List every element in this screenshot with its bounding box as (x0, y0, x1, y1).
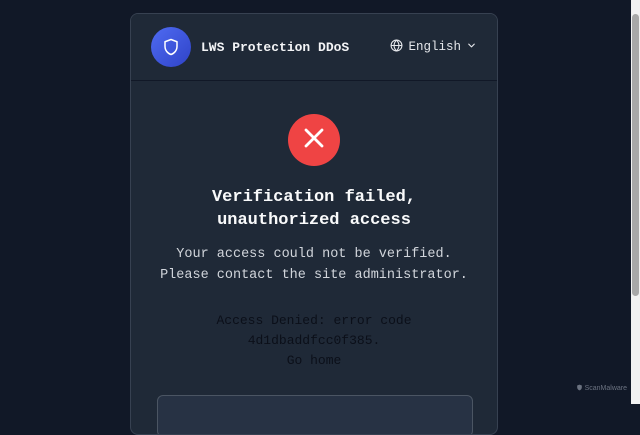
status-title-line1: Verification failed, (211, 188, 417, 207)
status-message-line1: Your access could not be verified. (176, 247, 452, 262)
shield-icon (151, 27, 191, 67)
language-label: English (408, 40, 461, 54)
card-header: LWS Protection DDoS English (131, 14, 497, 81)
card-body: Verification failed, unauthorized access… (131, 81, 497, 371)
x-icon (302, 126, 326, 155)
globe-icon (390, 38, 403, 56)
bottom-panel (157, 395, 473, 434)
shield-icon (576, 384, 583, 393)
scrollbar[interactable] (631, 0, 640, 404)
brand-title: LWS Protection DDoS (201, 39, 350, 55)
status-message-line2: Please contact the site administrator. (160, 268, 468, 283)
error-badge (288, 114, 340, 166)
watermark: ScanMalware (576, 384, 627, 393)
status-title-line2: unauthorized access (217, 211, 411, 230)
access-denied-block: Access Denied: error code 4d1dbaddfcc0f3… (131, 311, 497, 371)
status-title: Verification failed, unauthorized access (131, 186, 497, 232)
go-home-link[interactable]: Go home (287, 353, 342, 368)
verification-card: LWS Protection DDoS English Verification… (130, 13, 498, 435)
watermark-text: ScanMalware (584, 385, 627, 392)
language-selector[interactable]: English (390, 38, 477, 56)
error-code-label: Access Denied: error code (216, 313, 412, 328)
scrollbar-thumb[interactable] (632, 14, 639, 296)
chevron-down-icon (466, 40, 477, 55)
error-code: 4d1dbaddfcc0f385. (247, 333, 381, 348)
status-message: Your access could not be verified. Pleas… (131, 244, 497, 286)
